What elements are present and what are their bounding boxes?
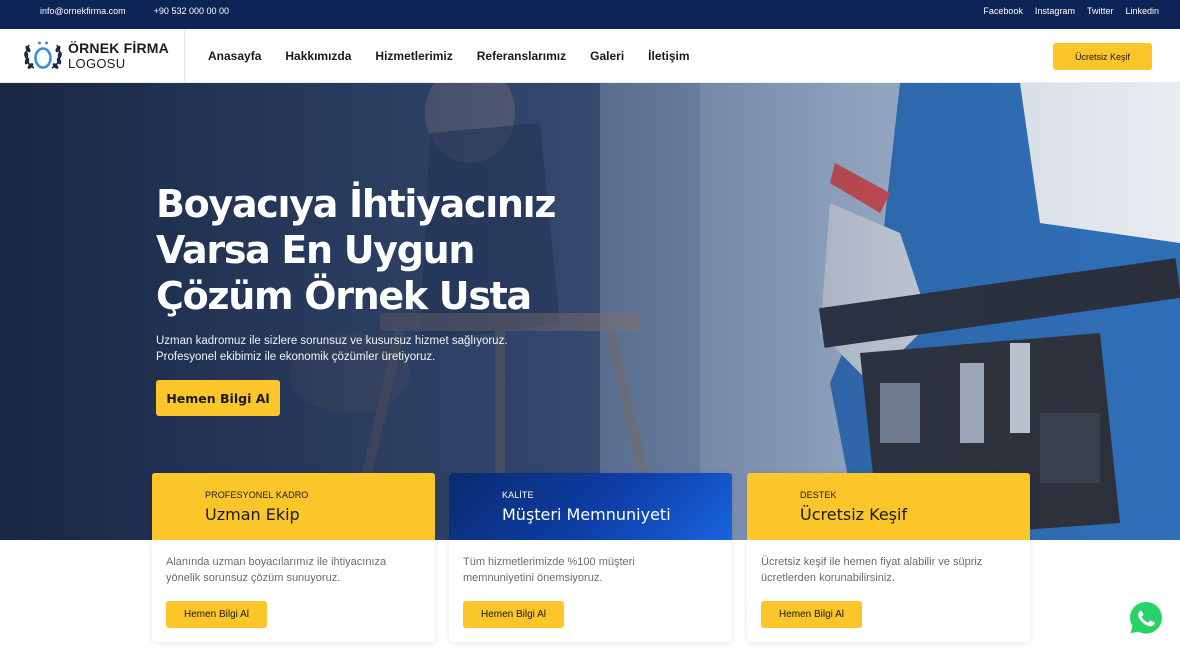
card-body-line: memnuniyetini önemsiyoruz. (463, 572, 603, 584)
card-label: KALİTE (502, 490, 534, 500)
hero-description: Uzman kadromuz ile sizlere sorunsuz ve k… (156, 333, 576, 365)
card-header: PROFESYONEL KADRO Uzman Ekip (152, 473, 435, 540)
card-body: Ücretsiz keşif ile hemen fiyat alabilir … (747, 540, 1030, 586)
nav-item-anasayfa[interactable]: Anasayfa (208, 49, 261, 63)
feature-cards: PROFESYONEL KADRO Uzman Ekip Alanında uz… (152, 473, 1030, 642)
phone-link[interactable]: +90 532 000 00 00 (154, 6, 229, 16)
email-link[interactable]: info@ornekfirma.com (40, 6, 126, 16)
card-title: Uzman Ekip (205, 505, 300, 524)
top-bar-contact: info@ornekfirma.com +90 532 000 00 00 (40, 0, 229, 22)
card-body-line: Tüm hizmetlerimizde %100 müşteri (463, 556, 635, 568)
hero-info-button[interactable]: Hemen Bilgi Al (156, 380, 280, 416)
social-links: Facebook Instagram Twitter Linkedin (983, 0, 1159, 22)
feature-card-expert-team: PROFESYONEL KADRO Uzman Ekip Alanında uz… (152, 473, 435, 642)
linkedin-link[interactable]: Linkedin (1125, 6, 1159, 16)
card-info-button[interactable]: Hemen Bilgi Al (463, 601, 564, 628)
card-body-line: yönelik sorunsuz çözüm sunuyoruz. (166, 572, 341, 584)
top-bar: info@ornekfirma.com +90 532 000 00 00 Fa… (0, 0, 1180, 29)
hero-title-line: Varsa En Uygun (156, 228, 475, 272)
hero-description-line: Profesyonel ekibimiz ile ekonomik çözüml… (156, 351, 436, 363)
card-body-line: Alanında uzman boyacılarımız ile ihtiyac… (166, 556, 387, 568)
hero-section: Boyacıya İhtiyacınız Varsa En Uygun Çözü… (0, 83, 1180, 540)
facebook-link[interactable]: Facebook (983, 6, 1023, 16)
card-title: Müşteri Memnuniyeti (502, 505, 671, 524)
whatsapp-icon[interactable] (1128, 600, 1164, 636)
card-label: PROFESYONEL KADRO (205, 490, 309, 500)
laurel-wreath-o-icon (22, 38, 64, 74)
logo-text: ÖRNEK FİRMA LOGOSU (68, 40, 169, 72)
card-info-button[interactable]: Hemen Bilgi Al (761, 601, 862, 628)
site-logo[interactable]: ÖRNEK FİRMA LOGOSU (20, 29, 185, 83)
nav-item-hakkimizda[interactable]: Hakkımızda (285, 49, 351, 63)
twitter-link[interactable]: Twitter (1087, 6, 1114, 16)
main-nav: Anasayfa Hakkımızda Hizmetlerimiz Refera… (208, 29, 690, 83)
nav-item-hizmetlerimiz[interactable]: Hizmetlerimiz (375, 49, 452, 63)
nav-item-referanslarimiz[interactable]: Referanslarımız (477, 49, 566, 63)
hero-title-line: Çözüm Örnek Usta (156, 274, 532, 318)
site-header: ÖRNEK FİRMA LOGOSU Anasayfa Hakkımızda H… (0, 29, 1180, 83)
free-survey-button[interactable]: Ücretsiz Keşif (1053, 43, 1152, 70)
hero-content: Boyacıya İhtiyacınız Varsa En Uygun Çözü… (156, 181, 576, 416)
nav-item-galeri[interactable]: Galeri (590, 49, 624, 63)
card-body-line: Ücretsiz keşif ile hemen fiyat alabilir … (761, 556, 983, 568)
card-label: DESTEK (800, 490, 837, 500)
card-header: DESTEK Ücretsiz Keşif (747, 473, 1030, 540)
nav-item-iletisim[interactable]: İletişim (648, 49, 689, 63)
feature-card-customer-satisfaction: KALİTE Müşteri Memnuniyeti Tüm hizmetler… (449, 473, 732, 642)
hero-title: Boyacıya İhtiyacınız Varsa En Uygun Çözü… (156, 181, 576, 319)
card-info-button[interactable]: Hemen Bilgi Al (166, 601, 267, 628)
feature-card-free-survey: DESTEK Ücretsiz Keşif Ücretsiz keşif ile… (747, 473, 1030, 642)
instagram-link[interactable]: Instagram (1035, 6, 1075, 16)
hero-description-line: Uzman kadromuz ile sizlere sorunsuz ve k… (156, 335, 508, 347)
card-body-line: ücretlerden korunabilirsiniz. (761, 572, 895, 584)
card-body: Tüm hizmetlerimizde %100 müşteri memnuni… (449, 540, 732, 586)
card-body: Alanında uzman boyacılarımız ile ihtiyac… (152, 540, 435, 586)
card-header: KALİTE Müşteri Memnuniyeti (449, 473, 732, 540)
card-title: Ücretsiz Keşif (800, 505, 908, 524)
logo-line-1: ÖRNEK FİRMA (68, 40, 169, 56)
hero-title-line: Boyacıya İhtiyacınız (156, 182, 557, 226)
logo-line-2: LOGOSU (68, 56, 126, 71)
